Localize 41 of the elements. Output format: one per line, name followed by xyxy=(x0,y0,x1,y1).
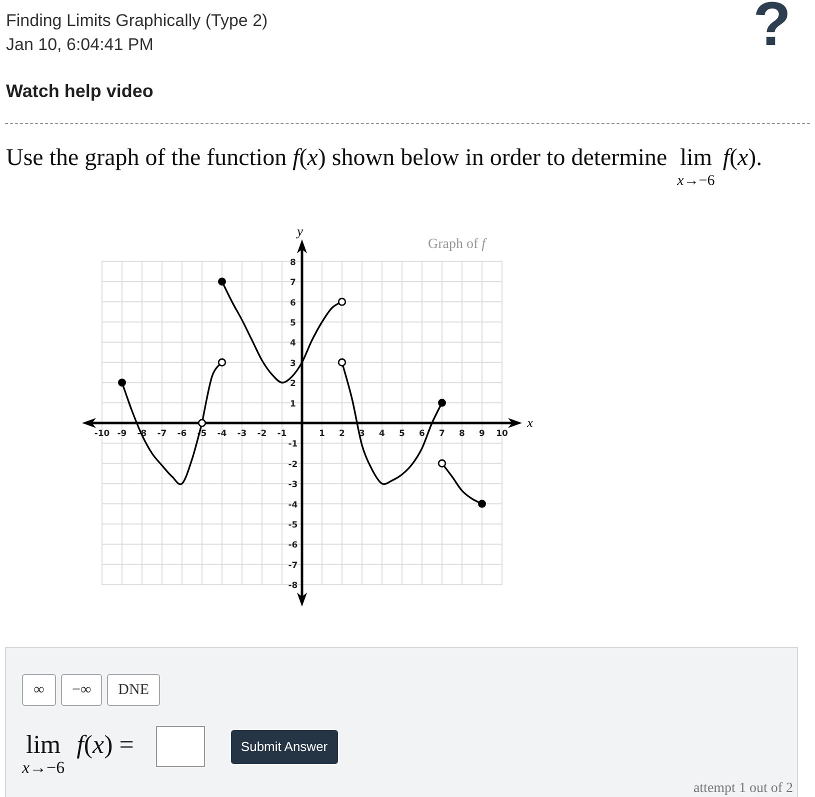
y-tick-label: -5 xyxy=(288,520,298,530)
x-tick-label: 2 xyxy=(339,429,345,439)
x-tick-label: -4 xyxy=(217,429,227,439)
x-tick-label: 6 xyxy=(419,429,425,439)
y-tick-label: -7 xyxy=(288,560,298,571)
lesson-title: Finding Limits Graphically (Type 2) xyxy=(6,10,268,32)
y-tick-label: 6 xyxy=(290,298,296,308)
y-tick-label: 1 xyxy=(290,399,296,410)
x-tick-label: 9 xyxy=(479,429,485,439)
x-tick-label: -9 xyxy=(117,429,127,439)
y-axis-label: y xyxy=(297,223,303,238)
question-text: Use the graph of the function f(x) shown below in order to determine lim x→−6 f(x). xyxy=(5,144,764,189)
y-tick-label: -2 xyxy=(288,460,298,470)
x-tick-label: 10 xyxy=(496,429,508,439)
x-tick-label: 4 xyxy=(379,429,385,439)
limit-expression: lim x→−6 f(x) = xyxy=(22,731,134,776)
x-tick-label: 8 xyxy=(459,429,465,439)
x-tick-label: -2 xyxy=(257,429,267,439)
y-tick-label: -3 xyxy=(288,480,298,490)
x-tick-label: 1 xyxy=(319,429,325,439)
y-tick-label: -4 xyxy=(288,500,298,510)
x-tick-label: 7 xyxy=(439,429,445,439)
graph-title: Graph of f xyxy=(428,236,486,254)
y-tick-label: 3 xyxy=(290,358,296,369)
y-tick-label: -1 xyxy=(288,440,298,450)
y-tick-label: 5 xyxy=(290,318,296,328)
x-tick-label: 5 xyxy=(399,429,405,439)
attempt-counter: attempt 1 out of 2 xyxy=(693,781,793,797)
y-tick-label: -6 xyxy=(288,540,298,551)
x-tick-label: -6 xyxy=(177,429,187,439)
x-tick-label: -1 xyxy=(277,429,287,439)
y-tick-label: 4 xyxy=(290,338,296,349)
y-tick-label: 2 xyxy=(290,379,296,390)
x-tick-label: -7 xyxy=(157,429,167,439)
timestamp: Jan 10, 6:04:41 PM xyxy=(6,34,154,56)
y-tick-label: 8 xyxy=(290,258,296,268)
x-axis-label: x xyxy=(527,415,533,430)
y-tick-label: -8 xyxy=(288,581,298,592)
y-tick-label: 7 xyxy=(290,278,296,288)
x-tick-label: -10 xyxy=(94,429,110,439)
x-tick-label: -3 xyxy=(237,429,247,439)
